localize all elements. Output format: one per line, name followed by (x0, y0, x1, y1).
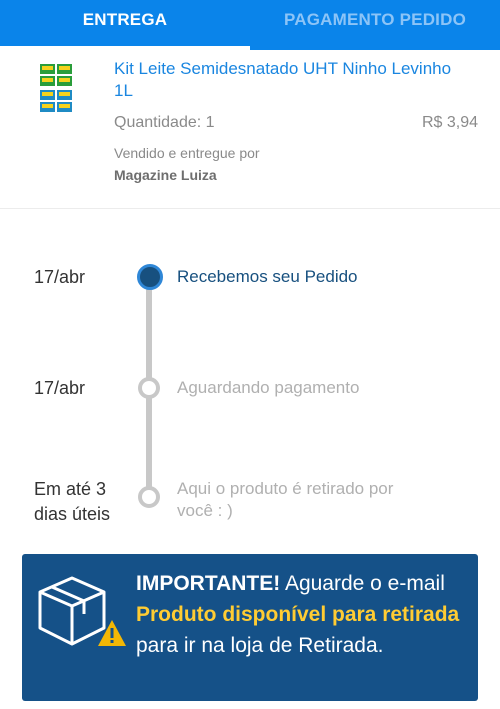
tab-entrega[interactable]: ENTREGA (0, 0, 250, 50)
notice-text-1: Aguarde o e-mail (280, 572, 445, 595)
product-card: Kit Leite Semidesnatado UHT Ninho Levinh… (0, 50, 500, 209)
timeline-date-2: 17/abr (34, 378, 86, 398)
timeline-date-3-line1: Em até 3 (34, 479, 107, 499)
seller-name: Magazine Luiza (114, 167, 217, 183)
notice-text: IMPORTANTE! Aguarde o e-mail Produto dis… (136, 568, 466, 661)
timeline-status-1: Recebemos seu Pedido (177, 267, 358, 286)
product-quantity: Quantidade: 1 (114, 114, 215, 131)
timeline-status-3: Aqui o produto é retirado por você : ) (177, 479, 394, 520)
timeline-status-2: Aguardando pagamento (177, 378, 360, 397)
sold-by-label: Vendido e entregue por (114, 145, 260, 161)
timeline-dot-pending (138, 486, 160, 508)
milk-carton-icon (40, 64, 72, 112)
timeline-dot-done (137, 264, 163, 290)
tab-bar: ENTREGA PAGAMENTO PEDIDO (0, 0, 500, 50)
pickup-notice: IMPORTANTE! Aguarde o e-mail Produto dis… (22, 554, 478, 701)
product-name-link[interactable]: Kit Leite Semidesnatado UHT Ninho Levinh… (114, 58, 454, 102)
notice-text-2: para ir na loja de Retirada. (136, 634, 384, 657)
timeline-date-3-line2: dias úteis (34, 504, 111, 524)
notice-important: IMPORTANTE! (136, 572, 281, 595)
product-price: R$ 3,94 (421, 114, 478, 131)
box-warning-icon (38, 576, 126, 646)
notice-highlight: Produto disponível para retirada (136, 603, 460, 626)
timeline-dot-pending (138, 377, 160, 399)
tab-pagamento-pedido[interactable]: PAGAMENTO PEDIDO (250, 0, 500, 50)
timeline-date-1: 17/abr (34, 267, 86, 287)
